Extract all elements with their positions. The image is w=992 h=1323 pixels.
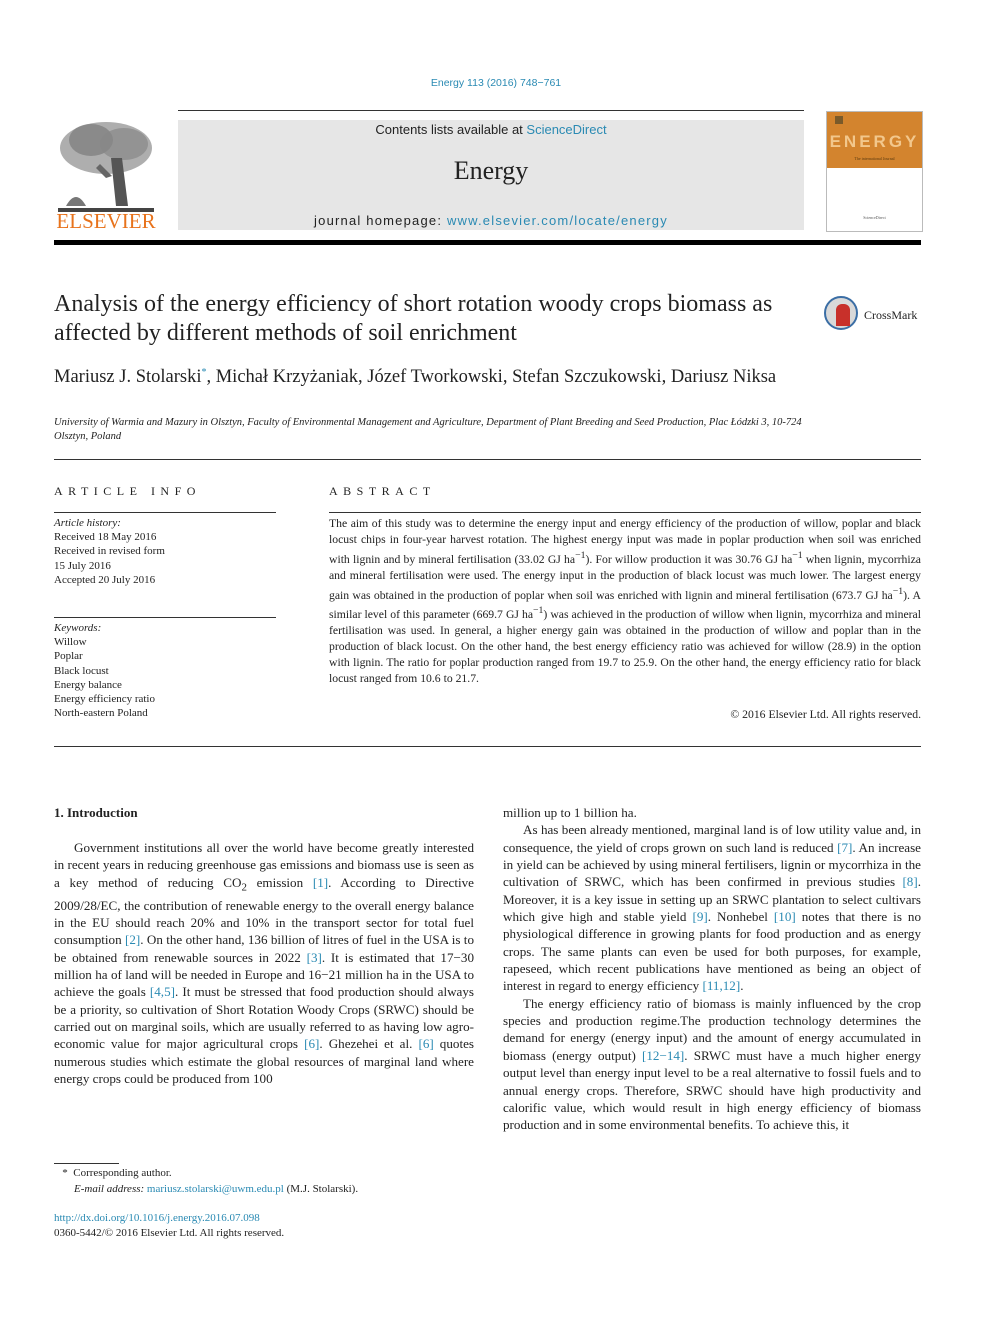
- other-authors: , Michał Krzyżaniak, Józef Tworkowski, S…: [206, 367, 777, 388]
- abstract-bottom-divider: [54, 746, 921, 747]
- header-thick-divider: [54, 240, 921, 245]
- affiliation-divider: [54, 459, 921, 460]
- affiliation: University of Warmia and Mazury in Olszt…: [54, 417, 802, 442]
- text: . Nonhebel: [707, 909, 774, 925]
- reference-link[interactable]: [12−14]: [642, 1048, 684, 1063]
- reference-link[interactable]: [7]: [837, 840, 852, 855]
- cover-subtitle: The international Journal: [854, 156, 895, 161]
- keywords-divider: [54, 617, 276, 618]
- journal-homepage-link[interactable]: www.elsevier.com/locate/energy: [447, 213, 668, 228]
- paragraph: Government institutions all over the wor…: [54, 839, 474, 1087]
- article-info-heading: ARTICLE INFO: [54, 484, 201, 498]
- keyword-item: North-eastern Poland: [54, 707, 148, 720]
- footnote-mark: *: [62, 1167, 68, 1179]
- footnote-text: Corresponding author.: [73, 1167, 172, 1179]
- journal-citation-link[interactable]: Energy 113 (2016) 748−761: [0, 77, 992, 89]
- paragraph: As has been already mentioned, marginal …: [503, 821, 921, 994]
- reference-link[interactable]: [3]: [307, 950, 322, 965]
- section-heading-introduction: 1. Introduction: [54, 805, 138, 820]
- cover-publisher: ScienceDirect: [863, 215, 886, 220]
- paragraph: The energy efficiency ratio of biomass i…: [503, 995, 921, 1134]
- email-owner: (M.J. Stolarski).: [286, 1182, 359, 1195]
- text: . Ghezehei et al.: [319, 1036, 419, 1052]
- email-label: E-mail address:: [74, 1182, 145, 1195]
- contents-line: Contents lists available at ScienceDirec…: [178, 122, 804, 137]
- text: emission: [246, 874, 313, 890]
- keyword-item: Energy balance: [54, 678, 122, 691]
- reference-link[interactable]: [6]: [304, 1036, 319, 1051]
- crossmark-icon: [824, 296, 858, 330]
- journal-masthead: Contents lists available at ScienceDirec…: [178, 120, 804, 230]
- keywords-label: Keywords:: [54, 622, 102, 634]
- elsevier-logo[interactable]: ELSEVIER: [54, 118, 158, 234]
- author-list: Mariusz J. Stolarski*, Michał Krzyżaniak…: [54, 362, 794, 388]
- keyword-item: Energy efficiency ratio: [54, 693, 155, 706]
- history-item: 15 July 2016: [54, 559, 111, 572]
- homepage-line: journal homepage: www.elsevier.com/locat…: [178, 213, 804, 228]
- header-divider: [178, 110, 804, 111]
- crossmark-button[interactable]: CrossMark: [824, 296, 924, 334]
- homepage-prefix: journal homepage:: [314, 213, 447, 228]
- elsevier-wordmark: ELSEVIER: [56, 209, 156, 233]
- journal-cover-thumbnail[interactable]: ENERGY The international Journal Science…: [826, 111, 923, 232]
- paragraph: million up to 1 billion ha.: [503, 805, 637, 820]
- right-column: million up to 1 billion ha. As has been …: [503, 804, 921, 1134]
- history-item: Received in revised form: [54, 545, 165, 558]
- abstract-divider: [329, 512, 921, 513]
- footnote-divider: [54, 1163, 119, 1164]
- article-info-divider: [54, 512, 276, 513]
- reference-link[interactable]: [1]: [313, 875, 328, 890]
- article-history-label: Article history:: [54, 517, 121, 529]
- reference-link[interactable]: [9]: [692, 909, 707, 924]
- article-history: Article history: Received 18 May 2016 Re…: [54, 516, 276, 587]
- superscript: −1: [533, 605, 544, 617]
- elsevier-tree-icon: [58, 122, 154, 212]
- text: .: [740, 978, 744, 994]
- contents-prefix: Contents lists available at: [375, 122, 527, 137]
- superscript: −1: [575, 549, 586, 561]
- corresponding-author-note: * Corresponding author.: [54, 1166, 484, 1182]
- sciencedirect-link[interactable]: ScienceDirect: [526, 122, 606, 137]
- issn-copyright: 0360-5442/© 2016 Elsevier Ltd. All right…: [54, 1227, 285, 1239]
- history-item: Accepted 20 July 2016: [54, 573, 156, 586]
- keyword-item: Poplar: [54, 650, 83, 663]
- keyword-item: Willow: [54, 636, 87, 649]
- cover-publisher-mark: [835, 116, 843, 124]
- superscript: −1: [892, 585, 904, 597]
- history-item: Received 18 May 2016: [54, 531, 157, 544]
- reference-link[interactable]: [4,5]: [150, 984, 175, 999]
- reference-link[interactable]: [2]: [125, 932, 140, 947]
- article-title: Analysis of the energy efficiency of sho…: [54, 291, 773, 346]
- reference-link[interactable]: [10]: [774, 909, 796, 924]
- cover-title: ENERGY: [829, 132, 920, 151]
- journal-name[interactable]: Energy: [178, 156, 804, 186]
- email-note: E-mail address: mariusz.stolarski@uwm.ed…: [54, 1182, 484, 1198]
- reference-link[interactable]: [6]: [418, 1036, 433, 1051]
- keyword-item: Black locust: [54, 664, 109, 677]
- keywords: Keywords: Willow Poplar Black locust Ene…: [54, 621, 276, 720]
- crossmark-label: CrossMark: [864, 308, 918, 322]
- doi-link[interactable]: http://dx.doi.org/10.1016/j.energy.2016.…: [54, 1211, 260, 1227]
- author-email-link[interactable]: mariusz.stolarski@uwm.edu.pl: [147, 1183, 284, 1195]
- left-column: Government institutions all over the wor…: [54, 839, 474, 1087]
- reference-link[interactable]: [8]: [902, 874, 917, 889]
- abstract-text-part: ). For willow production it was 30.76 GJ…: [585, 552, 793, 566]
- abstract-body: The aim of this study was to determine t…: [329, 516, 921, 687]
- reference-link[interactable]: [11,12]: [702, 978, 740, 993]
- author-stolarski[interactable]: Mariusz J. Stolarski: [54, 367, 201, 387]
- abstract-copyright: © 2016 Elsevier Ltd. All rights reserved…: [730, 708, 921, 721]
- superscript: −1: [792, 549, 803, 561]
- crossmark-ribbon: [836, 304, 850, 326]
- footnote: * Corresponding author. E-mail address: …: [54, 1166, 484, 1197]
- abstract-heading: ABSTRACT: [329, 484, 436, 498]
